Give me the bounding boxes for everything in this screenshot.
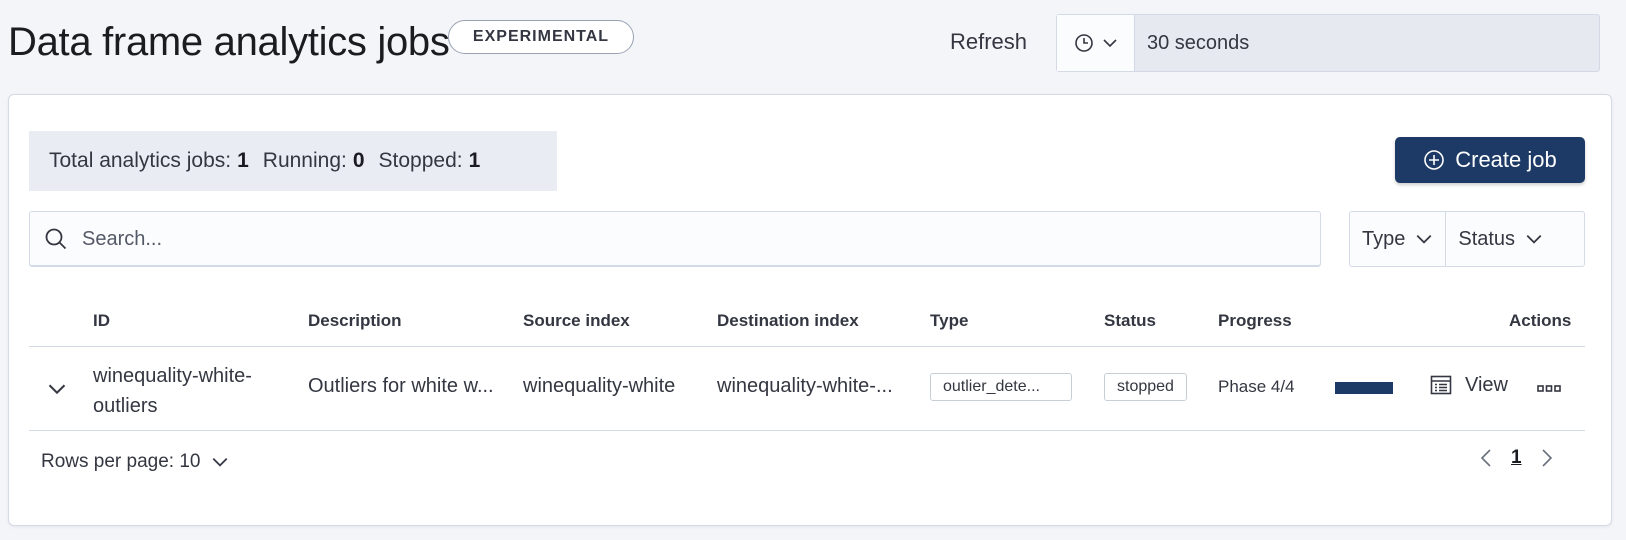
destination-index-cell: winequality-white-... — [717, 375, 893, 397]
page-number-button[interactable]: 1 — [1511, 447, 1522, 469]
column-header-actions: Actions — [1509, 311, 1572, 330]
chevron-down-icon — [1525, 230, 1543, 248]
description-cell: Outliers for white w... — [308, 375, 494, 397]
stat-stopped-value: 1 — [468, 149, 481, 172]
progress-phase: Phase 4/4 — [1218, 377, 1295, 396]
page-header: Data frame analytics jobs EXPERIMENTAL R… — [0, 0, 1626, 90]
job-id-line2: outliers — [93, 395, 158, 417]
refresh-interval-picker: 30 seconds — [1056, 14, 1600, 72]
pagination: 1 — [1479, 447, 1554, 469]
view-action[interactable]: View — [1429, 373, 1508, 397]
previous-page-icon[interactable] — [1479, 447, 1493, 469]
column-header-status[interactable]: Status — [1104, 311, 1156, 331]
chevron-down-icon — [1415, 230, 1433, 248]
page-title: Data frame analytics jobs — [8, 20, 450, 64]
source-index-cell: winequality-white — [523, 375, 676, 397]
column-header-progress[interactable]: Progress — [1218, 311, 1292, 331]
rows-per-page-label: Rows per page: 10 — [41, 451, 201, 472]
job-id-line1: winequality-white- — [93, 365, 252, 387]
job-stats-bar: Total analytics jobs: 1 Running: 0 Stopp… — [29, 131, 557, 191]
column-header-description[interactable]: Description — [308, 311, 402, 331]
jobs-panel: Total analytics jobs: 1 Running: 0 Stopp… — [8, 94, 1612, 526]
status-filter-button[interactable]: Status — [1445, 212, 1555, 266]
status-badge: stopped — [1104, 373, 1187, 401]
column-header-type[interactable]: Type — [930, 311, 968, 331]
table-view-icon — [1429, 373, 1453, 397]
chevron-down-icon — [1102, 35, 1118, 51]
refresh-interval-value[interactable]: 30 seconds — [1135, 32, 1249, 55]
create-job-button[interactable]: Create job — [1395, 137, 1585, 183]
stat-running-label: Running: — [262, 149, 347, 172]
table-header: ID Description Source index Destination … — [29, 297, 1585, 347]
stat-stopped-label: Stopped: — [378, 149, 463, 172]
more-horizontal-icon[interactable] — [1537, 379, 1561, 399]
refresh-interval-toggle[interactable] — [1057, 15, 1135, 71]
stat-running-value: 0 — [352, 149, 365, 172]
job-id-cell: winequality-white- outliers — [93, 361, 252, 421]
expand-row-chevron-icon[interactable] — [47, 379, 67, 399]
column-header-source-index[interactable]: Source index — [523, 311, 630, 331]
status-filter-label: Status — [1458, 227, 1516, 250]
column-header-destination-index[interactable]: Destination index — [717, 311, 859, 331]
progress-bar-fill — [1335, 382, 1393, 394]
type-filter-label: Type — [1362, 227, 1406, 250]
search-icon — [44, 227, 68, 251]
column-header-id[interactable]: ID — [93, 311, 110, 331]
experimental-badge: EXPERIMENTAL — [448, 20, 634, 54]
plus-circle-icon — [1423, 149, 1445, 171]
next-page-icon[interactable] — [1540, 447, 1554, 469]
refresh-label: Refresh — [950, 29, 1028, 54]
rows-per-page-button[interactable]: Rows per page: 10 — [41, 451, 229, 473]
search-bar — [29, 211, 1321, 267]
type-filter-button[interactable]: Type — [1350, 212, 1445, 266]
stat-total-label: Total analytics jobs: — [49, 149, 232, 172]
search-input[interactable] — [82, 227, 1262, 251]
type-badge: outlier_dete... — [930, 373, 1072, 401]
chevron-down-icon — [211, 453, 229, 471]
stat-total-value: 1 — [237, 149, 249, 172]
view-action-label: View — [1465, 373, 1508, 396]
progress-bar — [1335, 382, 1393, 394]
create-job-label: Create job — [1455, 147, 1557, 172]
filter-group: Type Status — [1349, 211, 1585, 267]
clock-icon — [1074, 33, 1094, 53]
table-row: winequality-white- outliers Outliers for… — [29, 347, 1585, 431]
